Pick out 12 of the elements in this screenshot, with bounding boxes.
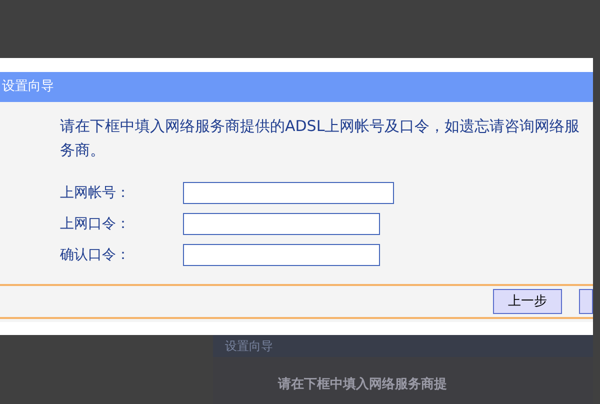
field-label: 上网帐号：	[60, 184, 131, 202]
window-title: 设置向导	[0, 72, 593, 102]
input-field[interactable]	[183, 182, 394, 204]
field-label: 确认口令：	[60, 246, 131, 264]
input-field[interactable]	[183, 213, 380, 235]
background-instruction-text: 请在下框中填入网络服务商提	[278, 377, 447, 392]
back-button[interactable]: 上一步	[493, 289, 562, 314]
instruction-text: 请在下框中填入网络服务商提供的ADSL上网帐号及口令，如遗忘请咨询网络服务商。	[60, 116, 581, 161]
field-label: 上网口令：	[60, 214, 131, 234]
next-button[interactable]	[579, 289, 593, 314]
input-field[interactable]	[183, 244, 380, 266]
background-window-title: 设置向导	[213, 335, 593, 357]
